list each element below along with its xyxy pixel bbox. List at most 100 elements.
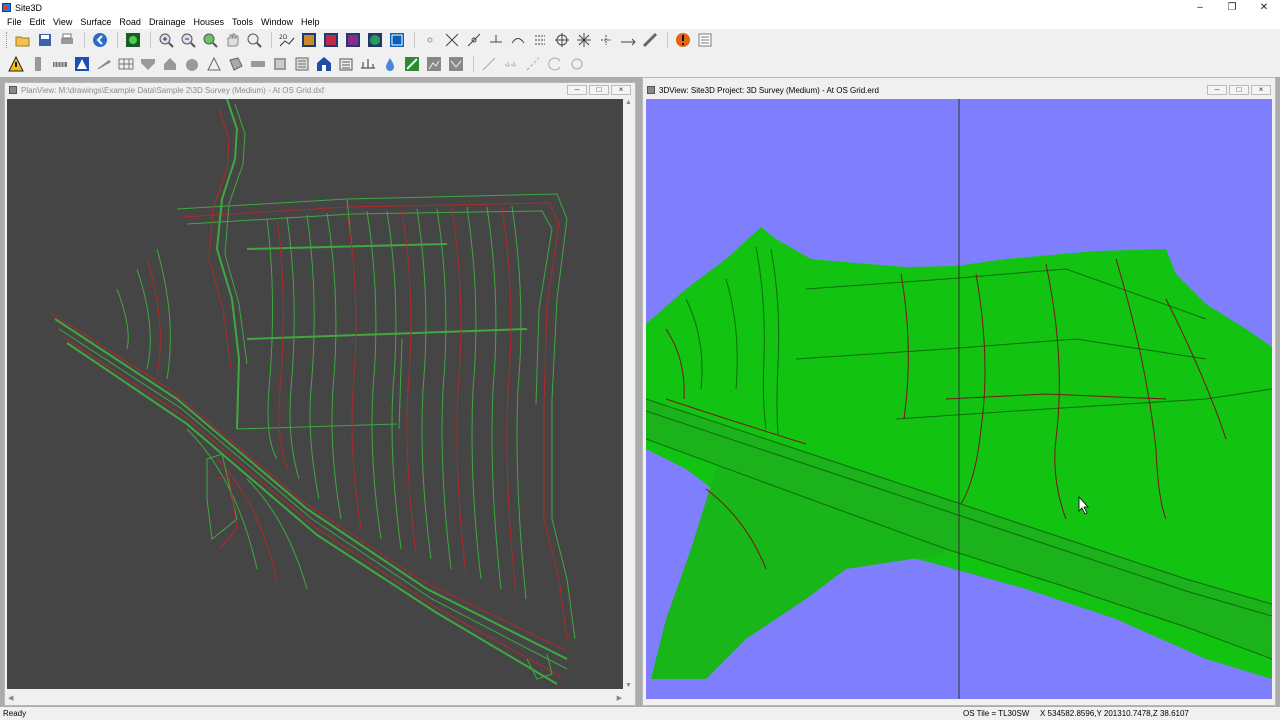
plan-view-canvas[interactable] bbox=[7, 99, 623, 689]
circle-arc-icon[interactable] bbox=[545, 55, 564, 73]
green-block-icon[interactable] bbox=[402, 55, 421, 73]
scroll-left-icon[interactable]: ◀ bbox=[8, 694, 13, 702]
plan-horizontal-scrollbar[interactable]: ◀ ▶ bbox=[7, 693, 623, 703]
kerb-icon[interactable] bbox=[138, 55, 157, 73]
plan-minimize-icon[interactable]: – bbox=[567, 85, 587, 95]
line-icon[interactable] bbox=[464, 31, 483, 49]
roof-icon[interactable] bbox=[204, 55, 223, 73]
toolbar-separator bbox=[150, 32, 151, 48]
plan-close-icon[interactable]: × bbox=[611, 85, 631, 95]
measure-icon[interactable] bbox=[640, 31, 659, 49]
render-colour-icon[interactable] bbox=[321, 31, 340, 49]
intersect-icon[interactable] bbox=[442, 31, 461, 49]
plan-vertical-scrollbar[interactable]: ▲ ▼ bbox=[623, 99, 633, 689]
render-texture-icon[interactable] bbox=[343, 31, 362, 49]
menu-file[interactable]: File bbox=[3, 17, 26, 27]
minimize-icon[interactable]: – bbox=[1184, 0, 1216, 15]
3d-view-canvas[interactable] bbox=[646, 99, 1272, 699]
plan-view-window: PlanView: M:\drawings\Example Data\Sampl… bbox=[4, 82, 636, 706]
3d-close-icon[interactable]: × bbox=[1251, 85, 1271, 95]
menu-help[interactable]: Help bbox=[297, 17, 324, 27]
3d-minimize-icon[interactable]: – bbox=[1207, 85, 1227, 95]
render-globe-icon[interactable] bbox=[365, 31, 384, 49]
pipe-icon[interactable] bbox=[28, 55, 47, 73]
3d-maximize-icon[interactable]: □ bbox=[1229, 85, 1249, 95]
toolbar-separator bbox=[667, 32, 668, 48]
offset-icon[interactable] bbox=[530, 31, 549, 49]
print-icon[interactable] bbox=[57, 31, 76, 49]
status-os-tile: OS Tile = TL30SW bbox=[963, 709, 1030, 718]
save-icon[interactable] bbox=[35, 31, 54, 49]
grid-icon[interactable] bbox=[116, 55, 135, 73]
layer-icon[interactable] bbox=[424, 55, 443, 73]
toolbar-separator bbox=[473, 56, 474, 72]
menu-houses[interactable]: Houses bbox=[189, 17, 228, 27]
status-ready: Ready bbox=[3, 709, 27, 718]
section-icon[interactable] bbox=[358, 55, 377, 73]
plan-maximize-icon[interactable]: □ bbox=[589, 85, 609, 95]
pan-hand-icon[interactable] bbox=[222, 31, 241, 49]
render-wire-icon[interactable] bbox=[387, 31, 406, 49]
menu-drainage[interactable]: Drainage bbox=[145, 17, 190, 27]
toolbar-grip[interactable] bbox=[6, 32, 8, 48]
zoom-window-icon[interactable] bbox=[244, 31, 263, 49]
secondary-toolbar bbox=[0, 53, 1280, 75]
draw-line-icon[interactable] bbox=[479, 55, 498, 73]
plan-view-controls: – □ × bbox=[567, 85, 631, 95]
garage-icon[interactable] bbox=[336, 55, 355, 73]
svg-text:2D: 2D bbox=[279, 34, 288, 41]
zoom-in-icon[interactable] bbox=[156, 31, 175, 49]
snap-icon[interactable] bbox=[596, 31, 615, 49]
list-icon[interactable] bbox=[695, 31, 714, 49]
extend-icon[interactable] bbox=[618, 31, 637, 49]
scroll-up-icon[interactable]: ▲ bbox=[625, 99, 632, 106]
scroll-right-icon[interactable]: ▶ bbox=[617, 694, 622, 702]
bisect-icon[interactable] bbox=[486, 31, 505, 49]
point-icon[interactable] bbox=[420, 31, 439, 49]
zoom-out-icon[interactable] bbox=[178, 31, 197, 49]
culvert-icon[interactable] bbox=[50, 55, 69, 73]
wall-icon[interactable] bbox=[270, 55, 289, 73]
channel-icon[interactable] bbox=[446, 55, 465, 73]
building-icon[interactable] bbox=[314, 55, 333, 73]
menu-surface[interactable]: Surface bbox=[76, 17, 115, 27]
scroll-down-icon[interactable]: ▼ bbox=[625, 682, 632, 689]
manhole-icon[interactable] bbox=[182, 55, 201, 73]
gully-icon[interactable] bbox=[292, 55, 311, 73]
circle-icon[interactable] bbox=[567, 55, 586, 73]
close-icon[interactable]: ✕ bbox=[1248, 0, 1280, 15]
3d-view-titlebar[interactable]: 3DView: Site3D Project: 3D Survey (Mediu… bbox=[643, 83, 1275, 97]
open-folder-icon[interactable] bbox=[13, 31, 32, 49]
app-logo-icon bbox=[2, 3, 11, 12]
back-icon[interactable] bbox=[90, 31, 109, 49]
3d-view-window-icon bbox=[647, 86, 655, 94]
hazard-icon[interactable] bbox=[6, 55, 25, 73]
slab-icon[interactable] bbox=[248, 55, 267, 73]
ramp-icon[interactable] bbox=[94, 55, 113, 73]
menu-tools[interactable]: Tools bbox=[228, 17, 257, 27]
road-sign-icon[interactable] bbox=[72, 55, 91, 73]
view-2d3d-icon[interactable]: 2D bbox=[277, 31, 296, 49]
menu-window[interactable]: Window bbox=[257, 17, 297, 27]
3d-terrain-render bbox=[646, 99, 1272, 699]
target-icon[interactable] bbox=[552, 31, 571, 49]
toolbar-separator bbox=[84, 32, 85, 48]
plan-view-titlebar[interactable]: PlanView: M:\drawings\Example Data\Sampl… bbox=[5, 83, 635, 97]
zoom-extents-icon[interactable] bbox=[200, 31, 219, 49]
terrain-icon[interactable] bbox=[123, 31, 142, 49]
warning-icon[interactable] bbox=[673, 31, 692, 49]
move-icon[interactable] bbox=[574, 31, 593, 49]
plan-view-window-icon bbox=[9, 86, 17, 94]
menu-road[interactable]: Road bbox=[115, 17, 145, 27]
menu-view[interactable]: View bbox=[49, 17, 76, 27]
dim-line-icon[interactable] bbox=[523, 55, 542, 73]
house-icon[interactable] bbox=[160, 55, 179, 73]
textures-icon[interactable] bbox=[226, 55, 245, 73]
menu-edit[interactable]: Edit bbox=[26, 17, 50, 27]
dashed-line-icon[interactable] bbox=[501, 55, 520, 73]
render-shaded-icon[interactable] bbox=[299, 31, 318, 49]
title-bar: Site3D – ❐ ✕ bbox=[0, 0, 1280, 15]
arc-icon[interactable] bbox=[508, 31, 527, 49]
drop-icon[interactable] bbox=[380, 55, 399, 73]
restore-icon[interactable]: ❐ bbox=[1216, 0, 1248, 15]
